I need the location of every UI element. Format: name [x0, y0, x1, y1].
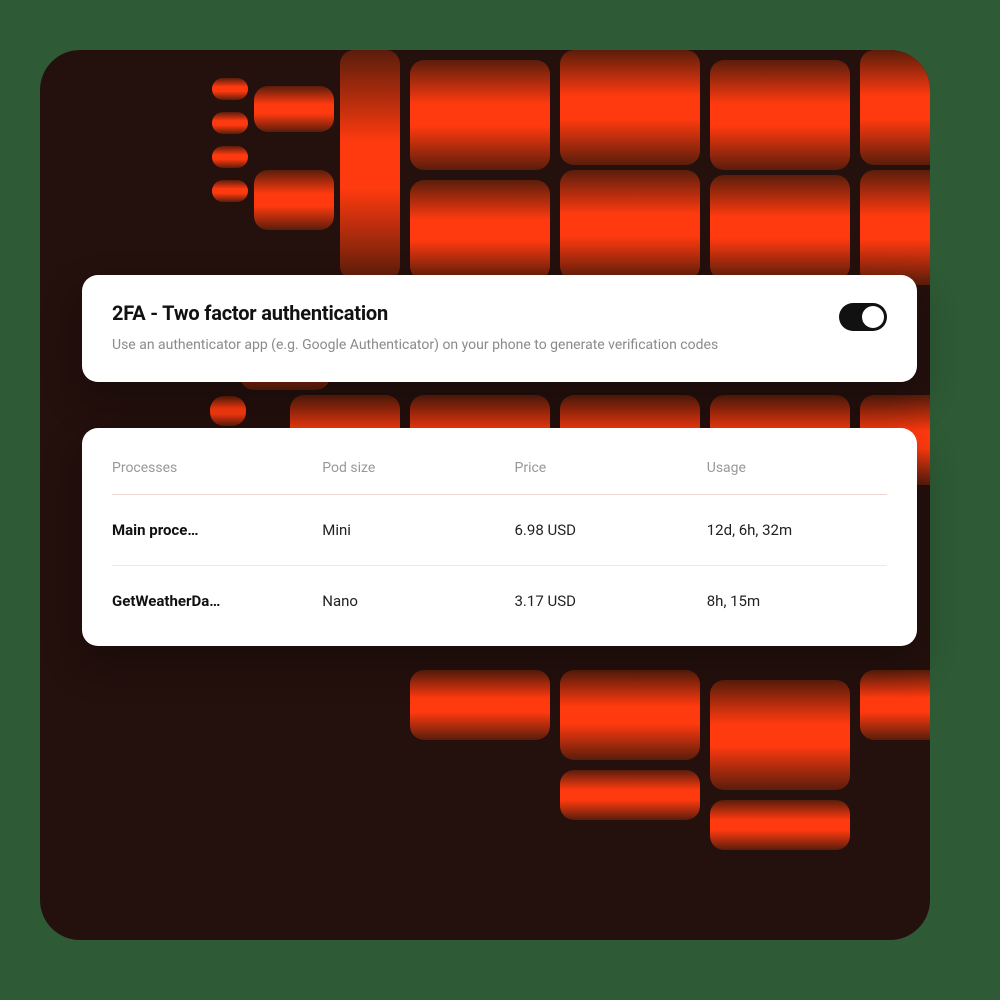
col-header-usage: Usage [707, 460, 887, 476]
cell-usage: 8h, 15m [707, 592, 887, 610]
cell-podsize: Nano [322, 592, 502, 610]
cell-podsize: Mini [322, 521, 502, 539]
table-row: Main proce… Mini 6.98 USD 12d, 6h, 32m [112, 495, 887, 566]
cell-process: Main proce… [112, 521, 310, 539]
cell-usage: 12d, 6h, 32m [707, 521, 887, 539]
processes-card: Processes Pod size Price Usage Main proc… [82, 428, 917, 646]
twofa-card: 2FA - Two factor authentication Use an a… [82, 275, 917, 382]
col-header-podsize: Pod size [322, 460, 502, 476]
twofa-description: Use an authenticator app (e.g. Google Au… [112, 335, 732, 356]
cell-price: 3.17 USD [515, 592, 695, 610]
col-header-price: Price [515, 460, 695, 476]
twofa-toggle[interactable] [839, 303, 887, 331]
cell-price: 6.98 USD [515, 521, 695, 539]
toggle-knob [862, 306, 884, 328]
table-header-row: Processes Pod size Price Usage [112, 454, 887, 495]
processes-table: Processes Pod size Price Usage Main proc… [112, 454, 887, 636]
table-row: GetWeatherDa… Nano 3.17 USD 8h, 15m [112, 566, 887, 636]
twofa-title: 2FA - Two factor authentication [112, 301, 815, 325]
cell-process: GetWeatherDa… [112, 592, 310, 610]
col-header-processes: Processes [112, 460, 310, 476]
